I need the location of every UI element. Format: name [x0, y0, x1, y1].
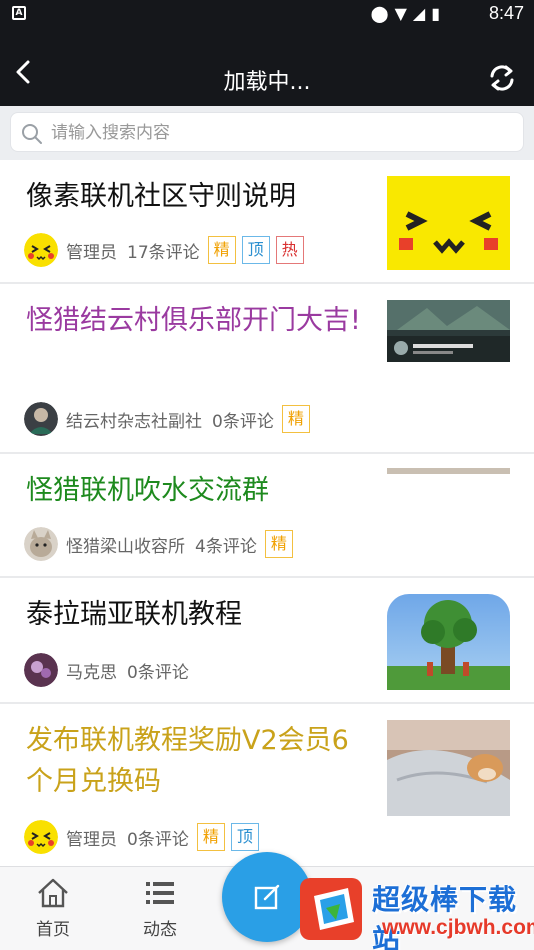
- post-item[interactable]: 像素联机社区守则说明 管理员 17条评论 精 顶 热: [0, 160, 534, 284]
- status-time: 8:47: [488, 3, 524, 23]
- badge-featured: 精: [196, 823, 225, 851]
- post-thumbnail-dog[interactable]: [387, 720, 510, 816]
- edit-icon: [254, 884, 280, 910]
- home-icon: [38, 878, 68, 908]
- post-item[interactable]: 发布联机教程奖励V2会员6个月兑换码 管理员 0条评论 精 顶: [0, 704, 534, 866]
- post-author[interactable]: 管理员: [66, 825, 117, 850]
- post-title[interactable]: 怪猎结云村俱乐部开门大吉!: [26, 300, 371, 341]
- page-title: 加载中...: [223, 70, 311, 95]
- post-author[interactable]: 马克思: [66, 658, 117, 683]
- post-title[interactable]: 泰拉瑞亚联机教程: [26, 594, 371, 635]
- post-meta: 管理员 0条评论 精 顶: [24, 820, 265, 854]
- post-feed: 像素联机社区守则说明 管理员 17条评论 精 顶 热 怪猎结云村俱乐部开门大吉!…: [0, 160, 534, 866]
- post-title[interactable]: 发布联机教程奖励V2会员6个月兑换码: [26, 720, 371, 802]
- post-author[interactable]: 结云村杂志社副社: [66, 407, 202, 432]
- post-thumbnail-terraria[interactable]: [387, 594, 510, 690]
- tab-home-label: 首页: [36, 920, 70, 940]
- badge-pinned: 顶: [230, 823, 259, 851]
- watermark-url: www.cjbwh.com: [382, 916, 534, 939]
- avatar[interactable]: [24, 527, 58, 561]
- post-comment-count: 4条评论: [195, 536, 257, 557]
- top-nav-bar: 加载中...: [0, 28, 534, 106]
- post-item[interactable]: 怪猎联机吹水交流群 怪猎梁山收容所 4条评论 精: [0, 454, 534, 578]
- post-comment-count: 0条评论: [127, 662, 189, 683]
- post-meta: 结云村杂志社副社 0条评论 精: [24, 402, 316, 436]
- post-item[interactable]: 怪猎结云村俱乐部开门大吉! 结云村杂志社副社 0条评论 精: [0, 284, 534, 454]
- avatar[interactable]: [24, 402, 58, 436]
- tab-home[interactable]: 首页: [18, 877, 88, 940]
- post-thumbnail-screenshot[interactable]: [387, 300, 510, 362]
- tab-feed[interactable]: 动态: [125, 877, 195, 940]
- badge-hot: 热: [275, 236, 304, 264]
- post-title[interactable]: 像素联机社区守则说明: [26, 176, 371, 217]
- post-comment-count: 17条评论: [127, 242, 200, 263]
- post-meta: 怪猎梁山收容所 4条评论 精: [24, 527, 299, 561]
- badge-featured: 精: [281, 405, 310, 433]
- post-item[interactable]: 泰拉瑞亚联机教程 马克思 0条评论: [0, 578, 534, 704]
- post-thumbnail-pikachu[interactable]: [387, 176, 510, 270]
- badge-featured: 精: [264, 530, 293, 558]
- search-box[interactable]: [10, 112, 524, 152]
- badge-featured: 精: [207, 236, 236, 264]
- post-meta: 马克思 0条评论: [24, 653, 197, 687]
- search-bar-area: [0, 106, 534, 160]
- status-icons: ⬤▼◢▮: [370, 4, 446, 23]
- post-thumbnail-partial[interactable]: [387, 468, 510, 474]
- avatar[interactable]: [24, 233, 58, 267]
- post-author[interactable]: 管理员: [66, 238, 117, 263]
- app-notification-icon: A: [12, 6, 26, 20]
- tab-feed-label: 动态: [143, 920, 177, 940]
- post-author[interactable]: 怪猎梁山收容所: [66, 532, 185, 557]
- refresh-icon[interactable]: [486, 62, 518, 94]
- avatar[interactable]: [24, 653, 58, 687]
- watermark: 超级棒下载站 www.cjbwh.com: [296, 868, 534, 950]
- post-meta: 管理员 17条评论 精 顶 热: [24, 233, 310, 267]
- status-bar: A ⬤▼◢▮ 8:47: [0, 0, 534, 28]
- post-comment-count: 0条评论: [212, 411, 274, 432]
- search-input[interactable]: [51, 120, 511, 146]
- avatar[interactable]: [24, 820, 58, 854]
- post-comment-count: 0条评论: [127, 829, 189, 850]
- post-title[interactable]: 怪猎联机吹水交流群: [26, 470, 371, 511]
- list-icon: [146, 882, 174, 904]
- badge-pinned: 顶: [241, 236, 270, 264]
- search-icon: [22, 124, 42, 144]
- watermark-logo: [300, 878, 362, 940]
